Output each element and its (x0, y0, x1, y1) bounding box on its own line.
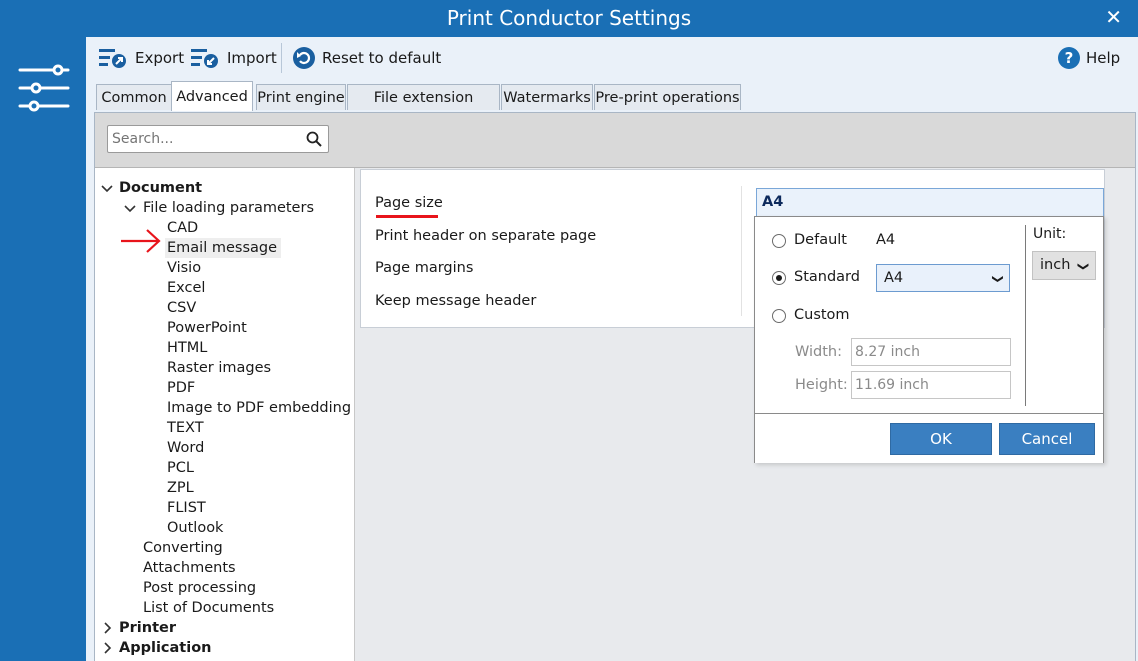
reset-label: Reset to default (322, 49, 442, 67)
tab-file-extension-aliases[interactable]: File extension aliases (347, 84, 500, 132)
tree-item-raster-images[interactable]: Raster images (167, 358, 271, 378)
toolbar-divider (281, 43, 282, 73)
tree-item-word[interactable]: Word (167, 438, 204, 458)
tab-advanced[interactable]: Advanced (171, 81, 253, 111)
toolbar: Export Import Reset to default ? Help (86, 37, 1138, 79)
help-button[interactable]: ? Help (1058, 45, 1120, 71)
width-input[interactable]: 8.27 inch (851, 338, 1011, 366)
unit-label: Unit: (1033, 226, 1067, 242)
tab-print-engine[interactable]: Print engine (256, 84, 346, 110)
tree-item-email-message[interactable]: Email message (165, 238, 282, 258)
import-button[interactable]: Import (191, 45, 277, 71)
keep-message-header-label[interactable]: Keep message header (375, 293, 536, 309)
tree-item-attachments[interactable]: Attachments (143, 558, 236, 578)
page-size-popup: Default A4 Standard A4 ❯ Custom Width: 8… (754, 216, 1104, 463)
tree-item-document[interactable]: Document (119, 178, 202, 198)
tree-item-list-of-documents[interactable]: List of Documents (143, 598, 274, 618)
tree-item-csv[interactable]: CSV (167, 298, 196, 318)
help-icon: ? (1058, 47, 1080, 69)
tree-item-printer[interactable]: Printer (119, 618, 176, 638)
tree-item-outlook[interactable]: Outlook (167, 518, 223, 538)
chevron-down-icon: ❯ (1076, 261, 1090, 272)
import-icon (191, 49, 218, 68)
chevron-down-icon[interactable] (100, 178, 114, 198)
chevron-down-icon: ❯ (991, 274, 1005, 284)
standard-radio[interactable] (772, 271, 786, 285)
tree-item-application[interactable]: Application (119, 638, 212, 658)
import-label: Import (227, 49, 277, 67)
reset-to-default-button[interactable]: Reset to default (292, 45, 441, 71)
unit-select[interactable]: inch ❯ (1032, 251, 1096, 280)
standard-label[interactable]: Standard (794, 269, 860, 285)
search-input[interactable] (110, 128, 304, 150)
reset-icon (293, 47, 315, 69)
cancel-button[interactable]: Cancel (999, 423, 1095, 455)
tree-item-converting[interactable]: Converting (143, 538, 223, 558)
tree-item-flist[interactable]: FLIST (167, 498, 206, 518)
tab-watermarks[interactable]: Watermarks (501, 84, 593, 110)
tree-item-file-loading-parameters[interactable]: File loading parameters (143, 198, 314, 218)
search-box[interactable] (107, 125, 329, 153)
settings-sliders-icon (18, 64, 70, 112)
window-title: Print Conductor Settings (446, 6, 692, 30)
chevron-right-icon[interactable] (100, 618, 114, 638)
custom-label[interactable]: Custom (794, 307, 850, 323)
tree-item-cad[interactable]: CAD (167, 218, 198, 238)
search-bar (95, 113, 1135, 168)
panel-divider (741, 186, 742, 316)
export-icon (99, 49, 126, 68)
tree-item-pcl[interactable]: PCL (167, 458, 194, 478)
unit-value: inch (1040, 257, 1071, 273)
standard-size-value: A4 (884, 270, 904, 286)
unit-divider (1025, 225, 1026, 406)
print-header-label[interactable]: Print header on separate page (375, 228, 596, 244)
default-radio[interactable] (772, 234, 786, 248)
height-label: Height: (795, 377, 848, 393)
tree-item-html[interactable]: HTML (167, 338, 207, 358)
help-label: Help (1086, 49, 1121, 67)
tab-common[interactable]: Common (96, 84, 172, 110)
ok-button[interactable]: OK (890, 423, 992, 455)
default-label[interactable]: Default (794, 232, 847, 248)
tree-item-text[interactable]: TEXT (167, 418, 204, 438)
export-label: Export (135, 49, 185, 67)
tree-item-pdf[interactable]: PDF (167, 378, 195, 398)
width-label: Width: (795, 344, 843, 360)
title-bar: Print Conductor Settings ✕ (0, 0, 1138, 37)
chevron-down-icon[interactable] (123, 198, 137, 218)
tree-item-zpl[interactable]: ZPL (167, 478, 194, 498)
custom-radio[interactable] (772, 309, 786, 323)
tab-pre-print-operations[interactable]: Pre-print operations (594, 84, 741, 110)
export-button[interactable]: Export (99, 45, 184, 71)
settings-tree: Document File loading parameters CAD Ema… (95, 168, 355, 661)
page-size-combo[interactable]: A4 (756, 188, 1104, 217)
page-margins-label[interactable]: Page margins (375, 260, 473, 276)
tree-item-excel[interactable]: Excel (167, 278, 205, 298)
tree-item-post-processing[interactable]: Post processing (143, 578, 256, 598)
red-underline-annotation (376, 215, 438, 218)
tree-item-powerpoint[interactable]: PowerPoint (167, 318, 247, 338)
search-icon[interactable] (306, 131, 322, 147)
tree-item-visio[interactable]: Visio (167, 258, 201, 278)
chevron-right-icon[interactable] (100, 638, 114, 658)
red-arrow-annotation (121, 229, 161, 253)
tree-item-image-to-pdf-embedding[interactable]: Image to PDF embedding (167, 398, 351, 418)
page-size-label[interactable]: Page size (375, 195, 443, 211)
height-input[interactable]: 11.69 inch (851, 371, 1011, 399)
default-value: A4 (876, 232, 896, 248)
standard-size-select[interactable]: A4 ❯ (876, 264, 1010, 292)
popup-footer: OK Cancel (755, 413, 1103, 463)
close-icon[interactable]: ✕ (1105, 7, 1122, 27)
left-bar (0, 37, 86, 661)
